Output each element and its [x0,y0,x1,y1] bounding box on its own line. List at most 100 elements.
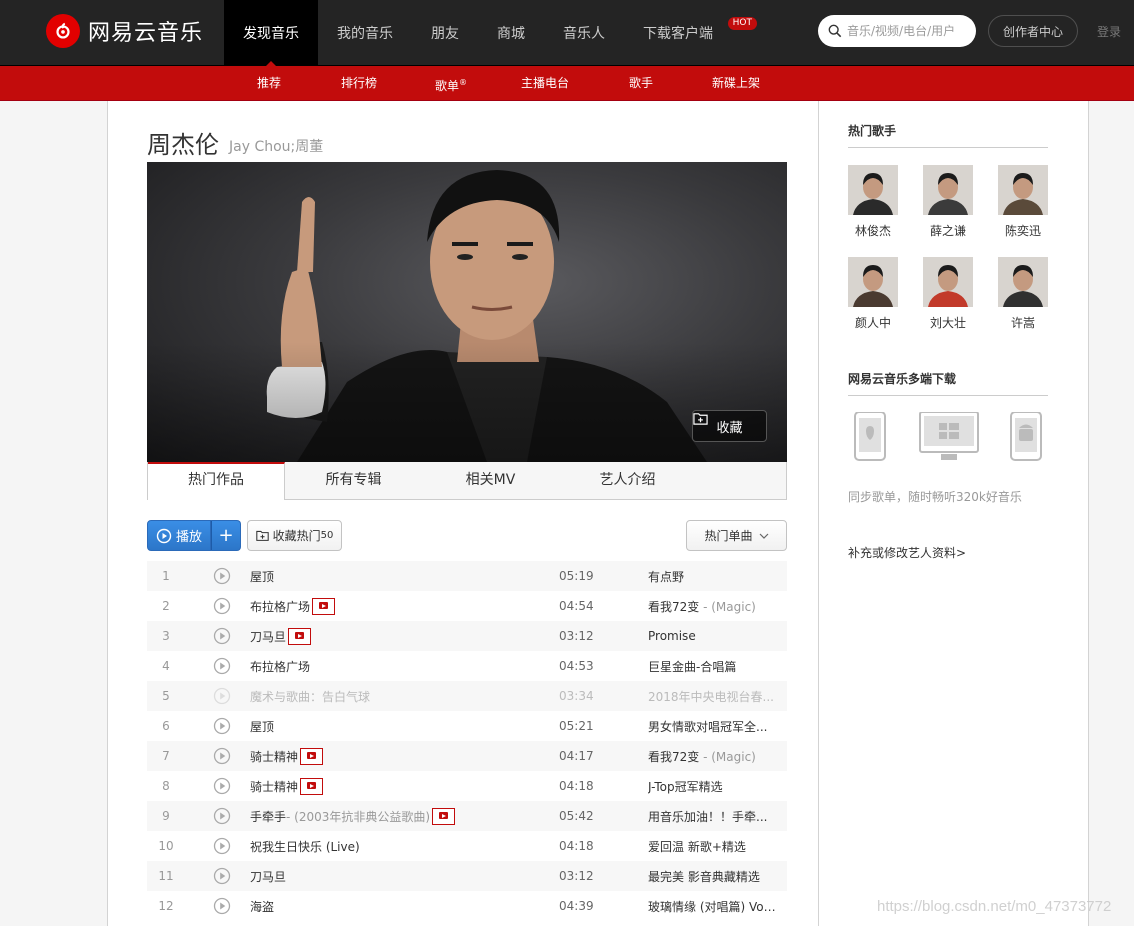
song-album[interactable]: 看我72变 - (Magic) [648,598,778,615]
singer-name[interactable]: 林俊杰 [848,222,898,239]
singer-name[interactable]: 薛之谦 [923,222,973,239]
search-box[interactable] [818,15,976,47]
play-song-icon[interactable] [213,627,231,645]
song-title[interactable]: 魔术与歌曲：告白气球 [250,688,370,705]
song-row[interactable]: 10 祝我生日快乐 (Live) 04:18 爱回温 新歌+精选 [147,831,787,861]
singer-avatar[interactable] [998,257,1048,307]
song-album[interactable]: 男女情歌对唱冠军全... [648,718,778,735]
add-to-playlist-button[interactable]: + [211,520,241,551]
play-song-icon[interactable] [213,807,231,825]
collect-hot-button[interactable]: 收藏热门 50 [247,520,342,551]
song-title[interactable]: 手牵手 - (2003年抗非典公益歌曲) [250,807,456,825]
song-album[interactable]: 最完美 影音典藏精选 [648,868,778,885]
play-song-icon[interactable] [213,837,231,855]
edit-artist-info-link[interactable]: 补充或修改艺人资料> [848,544,966,561]
song-title[interactable]: 布拉格广场 [250,597,336,615]
desktop-icon[interactable] [919,412,979,460]
iphone-icon[interactable] [854,412,886,461]
singer-item[interactable]: 林俊杰 [848,165,898,239]
song-row[interactable]: 12 海盗 04:39 玻璃情缘 (对唱篇) Vol... [147,891,787,921]
song-title[interactable]: 祝我生日快乐 (Live) [250,838,360,855]
android-icon[interactable] [1010,412,1042,461]
singer-item[interactable]: 许嵩 [998,257,1048,331]
play-song-icon[interactable] [213,567,231,585]
nav-item-3[interactable]: 商城 [478,0,544,66]
search-input[interactable] [847,24,972,38]
song-album[interactable]: 爱回温 新歌+精选 [648,838,778,855]
tab-related-mv[interactable]: 相关MV [422,462,559,499]
song-title[interactable]: 屋顶 [250,568,274,585]
play-song-icon[interactable] [213,897,231,915]
subnav-radio[interactable]: 主播电台 [521,66,569,100]
mv-icon[interactable] [300,747,324,765]
singer-avatar[interactable] [923,257,973,307]
song-row[interactable]: 4 布拉格广场 04:53 巨星金曲-合唱篇 [147,651,787,681]
play-song-icon[interactable] [213,747,231,765]
hot-songs-dropdown[interactable]: 热门单曲 [686,520,787,551]
mv-icon[interactable] [312,597,336,615]
singer-avatar[interactable] [998,165,1048,215]
collect-artist-button[interactable]: 收藏 [692,410,767,442]
singer-name[interactable]: 许嵩 [998,314,1048,331]
tab-all-albums[interactable]: 所有专辑 [285,462,422,499]
song-album[interactable]: 用音乐加油！！手牵... [648,808,778,825]
song-row[interactable]: 7 骑士精神 04:17 看我72变 - (Magic) [147,741,787,771]
nav-item-5[interactable]: 下载客户端 HOT [624,0,758,66]
singer-name[interactable]: 刘大壮 [923,314,973,331]
song-title[interactable]: 刀马旦 [250,627,312,645]
song-album[interactable]: 有点野 [648,568,778,585]
song-album[interactable]: 巨星金曲-合唱篇 [648,658,778,675]
subnav-recommend[interactable]: 推荐 [257,66,281,100]
play-song-icon[interactable] [213,597,231,615]
song-row[interactable]: 9 手牵手 - (2003年抗非典公益歌曲) 05:42 用音乐加油！！手牵... [147,801,787,831]
singer-item[interactable]: 颜人中 [848,257,898,331]
song-title[interactable]: 布拉格广场 [250,658,310,675]
song-album[interactable]: J-Top冠军精选 [648,778,778,795]
nav-item-4[interactable]: 音乐人 [544,0,624,66]
singer-item[interactable]: 陈奕迅 [998,165,1048,239]
song-row[interactable]: 3 刀马旦 03:12 Promise [147,621,787,651]
mv-icon[interactable] [288,627,312,645]
song-album[interactable]: 看我72变 - (Magic) [648,748,778,765]
singer-name[interactable]: 颜人中 [848,314,898,331]
logo[interactable]: 网易云音乐 [46,13,203,49]
subnav-playlists[interactable]: 歌单® [435,66,467,100]
singer-avatar[interactable] [848,257,898,307]
subnav-charts[interactable]: 排行榜 [341,66,377,100]
subnav-artists[interactable]: 歌手 [629,66,653,100]
play-song-icon[interactable] [213,687,231,705]
song-title[interactable]: 骑士精神 [250,777,324,795]
play-song-icon[interactable] [213,867,231,885]
play-song-icon[interactable] [213,657,231,675]
song-row[interactable]: 5 魔术与歌曲：告白气球 03:34 2018年中央电视台春... [147,681,787,711]
nav-item-2[interactable]: 朋友 [412,0,478,66]
singer-avatar[interactable] [848,165,898,215]
song-title[interactable]: 骑士精神 [250,747,324,765]
song-title[interactable]: 屋顶 [250,718,274,735]
creator-center-button[interactable]: 创作者中心 [988,15,1078,47]
song-row[interactable]: 2 布拉格广场 04:54 看我72变 - (Magic) [147,591,787,621]
song-album[interactable]: 2018年中央电视台春... [648,688,778,705]
tab-artist-intro[interactable]: 艺人介绍 [559,462,696,499]
subnav-new-albums[interactable]: 新碟上架 [712,66,760,100]
mv-icon[interactable] [432,807,456,825]
singer-avatar[interactable] [923,165,973,215]
play-song-icon[interactable] [213,777,231,795]
song-album[interactable]: 玻璃情缘 (对唱篇) Vol... [648,898,778,915]
song-row[interactable]: 6 屋顶 05:21 男女情歌对唱冠军全... [147,711,787,741]
nav-item-1[interactable]: 我的音乐 [318,0,412,66]
song-title[interactable]: 海盗 [250,898,274,915]
song-row[interactable]: 8 骑士精神 04:18 J-Top冠军精选 [147,771,787,801]
singer-item[interactable]: 刘大壮 [923,257,973,331]
mv-icon[interactable] [300,777,324,795]
play-song-icon[interactable] [213,717,231,735]
song-row[interactable]: 1 屋顶 05:19 有点野 [147,561,787,591]
song-row[interactable]: 11 刀马旦 03:12 最完美 影音典藏精选 [147,861,787,891]
tab-hot-works[interactable]: 热门作品 [148,462,285,500]
singer-name[interactable]: 陈奕迅 [998,222,1048,239]
song-title[interactable]: 刀马旦 [250,868,286,885]
nav-item-0[interactable]: 发现音乐 [224,0,318,67]
song-album[interactable]: Promise [648,629,778,643]
play-all-button[interactable]: 播放 [147,520,211,551]
singer-item[interactable]: 薛之谦 [923,165,973,239]
